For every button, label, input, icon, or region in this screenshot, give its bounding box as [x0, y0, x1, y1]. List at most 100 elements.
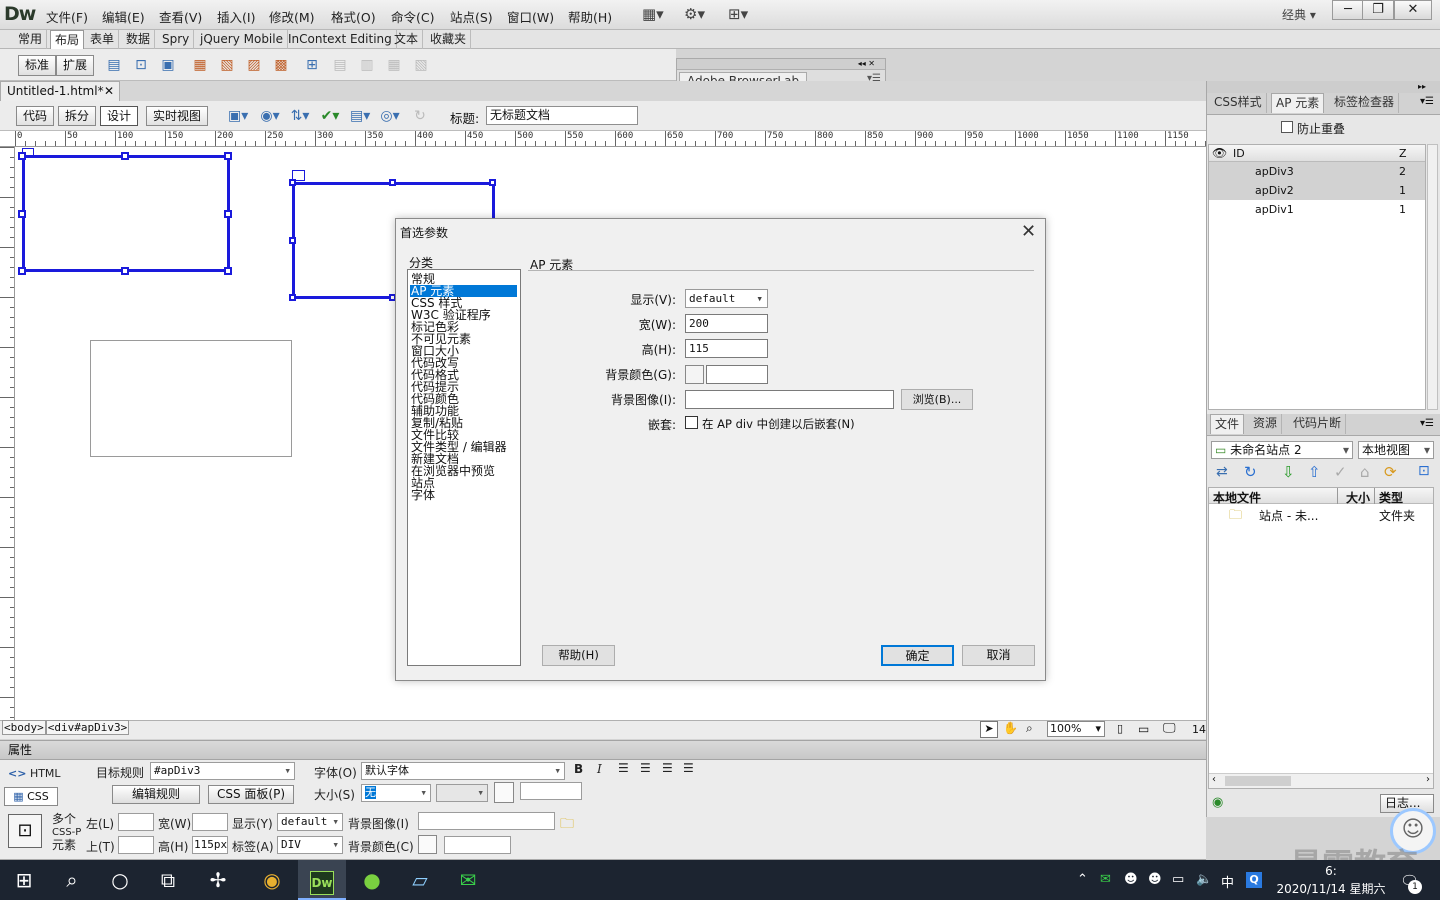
resize-handle[interactable]: [289, 294, 296, 301]
standard-mode-button[interactable]: 标准: [18, 55, 57, 76]
resize-handle[interactable]: [18, 152, 26, 160]
put-files-icon[interactable]: ⇧: [1308, 463, 1321, 481]
mobile-size-icon[interactable]: ▯: [1117, 722, 1123, 735]
resize-handle[interactable]: [18, 267, 26, 275]
resize-handle[interactable]: [224, 210, 232, 218]
visual-aids-icon[interactable]: ◎▾: [380, 106, 400, 126]
files-h-scrollbar[interactable]: ‹ ›: [1209, 773, 1433, 788]
align-left-icon[interactable]: ☰: [618, 761, 629, 775]
visibility-eye-icon[interactable]: 👁: [1212, 146, 1227, 160]
ap-row-apdiv1[interactable]: apDiv1 1: [1209, 200, 1425, 219]
bg-color-input[interactable]: [444, 836, 511, 854]
resize-handle[interactable]: [224, 152, 232, 160]
ok-button[interactable]: 确定: [881, 645, 954, 666]
category-list[interactable]: 常规 AP 元素 CSS 样式 W3C 验证程序 标记色彩 不可见元素 窗口大小…: [407, 269, 521, 666]
wechat-icon[interactable]: ✉: [444, 860, 492, 900]
tab-ap-elements[interactable]: AP 元素: [1271, 93, 1325, 113]
text-color-swatch[interactable]: [494, 782, 514, 803]
insert-tab-spry[interactable]: Spry: [158, 30, 195, 49]
tab-snippets[interactable]: 代码片断: [1289, 414, 1347, 434]
panel-menu-icon[interactable]: ▾☰: [1420, 96, 1434, 107]
resize-handle[interactable]: [121, 152, 129, 160]
expanded-mode-button[interactable]: 扩展: [56, 55, 95, 76]
tray-qq2-icon[interactable]: ☻: [1148, 872, 1162, 887]
align-justify-icon[interactable]: ☰: [683, 761, 694, 775]
top-input[interactable]: [118, 836, 154, 854]
edit-rule-button[interactable]: 编辑规则: [112, 785, 200, 804]
fluid-grid-icon[interactable]: ⊡: [131, 55, 151, 75]
folder-icon[interactable]: 🗀: [560, 813, 574, 837]
browse-button[interactable]: 浏览(B)...: [901, 389, 973, 410]
insert-div-icon[interactable]: ▤: [104, 55, 124, 75]
sync-icon[interactable]: ⟳: [1384, 463, 1397, 481]
collapse-icon[interactable]: ◂◂ ✕: [677, 59, 885, 70]
resize-handle[interactable]: [224, 267, 232, 275]
resize-handle[interactable]: [489, 179, 496, 186]
category-item[interactable]: 字体: [411, 489, 435, 501]
tray-volume-icon[interactable]: 🔈: [1196, 872, 1212, 887]
code-view-button[interactable]: 代码: [16, 106, 55, 126]
site-root-row[interactable]: 站点 - 未...: [1259, 507, 1318, 524]
italic-button[interactable]: I: [597, 762, 602, 776]
w3c-validation-icon[interactable]: ✔▾: [320, 106, 340, 126]
css-panel-button[interactable]: CSS 面板(P): [208, 785, 294, 804]
bg-color-input[interactable]: [706, 365, 768, 384]
multiscreen-icon[interactable]: ▣▾: [228, 106, 248, 126]
ap-div-icon[interactable]: ▣: [158, 55, 178, 75]
menu-site[interactable]: 站点(S): [450, 7, 493, 26]
spry-collapsible-icon[interactable]: ▩: [271, 55, 291, 75]
align-right-icon[interactable]: ☰: [662, 761, 673, 775]
tray-network-icon[interactable]: ▭: [1172, 872, 1184, 887]
resize-handle[interactable]: [289, 237, 296, 244]
text-color-input[interactable]: [520, 782, 582, 800]
menu-format[interactable]: 格式(O): [331, 7, 376, 26]
font-select[interactable]: 默认字体: [361, 762, 565, 780]
files-list[interactable]: 本地文件 大小 类型 🗀 站点 - 未... 文件夹 ‹ ›: [1208, 487, 1434, 789]
get-files-icon[interactable]: ⇩: [1282, 463, 1295, 481]
file-management-icon[interactable]: ⇅▾: [290, 106, 310, 126]
bg-color-swatch[interactable]: [418, 835, 437, 854]
workspace-switcher[interactable]: 经典 ▾: [1282, 6, 1316, 23]
ap-row-apdiv3[interactable]: apDiv3 2: [1209, 162, 1425, 181]
display-select[interactable]: default: [685, 289, 768, 308]
height-input[interactable]: 115: [685, 339, 768, 358]
site-tree-icon[interactable]: ⊞▾: [728, 5, 748, 23]
cancel-button[interactable]: 取消: [962, 645, 1035, 666]
menu-view[interactable]: 查看(V): [159, 7, 202, 26]
ap-row-apdiv2[interactable]: apDiv2 1: [1209, 181, 1425, 200]
dialog-close-icon[interactable]: ✕: [1021, 221, 1036, 242]
panel-menu-icon[interactable]: ▾☰: [1420, 418, 1434, 429]
document-tab[interactable]: Untitled-1.html* ✕: [0, 81, 120, 101]
tab-files[interactable]: 文件: [1210, 414, 1245, 434]
live-view-button[interactable]: 实时视图: [146, 106, 209, 126]
split-view-button[interactable]: 拆分: [58, 106, 97, 126]
document-title-input[interactable]: 无标题文档: [486, 106, 638, 125]
tray-qq-icon[interactable]: ☻: [1124, 872, 1138, 887]
ap-list-scrollbar[interactable]: [1427, 144, 1438, 410]
tab-assets[interactable]: 资源: [1249, 414, 1283, 434]
table-icon[interactable]: ⊞: [302, 55, 322, 75]
bold-button[interactable]: B: [574, 762, 583, 776]
desktop-size-icon[interactable]: 🖵: [1163, 721, 1176, 736]
display-select[interactable]: default: [277, 813, 343, 831]
apdiv1-box[interactable]: [22, 155, 230, 272]
help-button[interactable]: 帮助(H): [542, 645, 615, 666]
width-input[interactable]: 200: [685, 314, 768, 333]
resize-handle[interactable]: [18, 210, 26, 218]
bg-image-input[interactable]: [685, 390, 894, 409]
tag-select[interactable]: DIV: [277, 836, 343, 854]
insert-tab-layout[interactable]: 布局: [50, 30, 85, 49]
html-mode-button[interactable]: <> HTML: [8, 767, 61, 780]
app-pinwheel-icon[interactable]: ✢: [194, 860, 242, 900]
menu-window[interactable]: 窗口(W): [507, 7, 554, 26]
prevent-overlap-checkbox[interactable]: [1281, 121, 1293, 133]
bg-color-swatch[interactable]: [685, 365, 704, 384]
site-select[interactable]: ▭ 未命名站点 2: [1211, 441, 1353, 459]
insert-tab-forms[interactable]: 表单: [86, 30, 120, 49]
tray-wechat-icon[interactable]: ✉: [1100, 872, 1111, 887]
tag-body[interactable]: <body>: [2, 720, 46, 735]
app-ball-icon[interactable]: ●: [348, 860, 396, 900]
taskbar-clock[interactable]: 6: 2020/11/14 星期六: [1276, 862, 1386, 898]
cortana-icon[interactable]: ○: [96, 860, 144, 900]
panel-collapse-icon[interactable]: ▸▸: [1207, 81, 1440, 93]
